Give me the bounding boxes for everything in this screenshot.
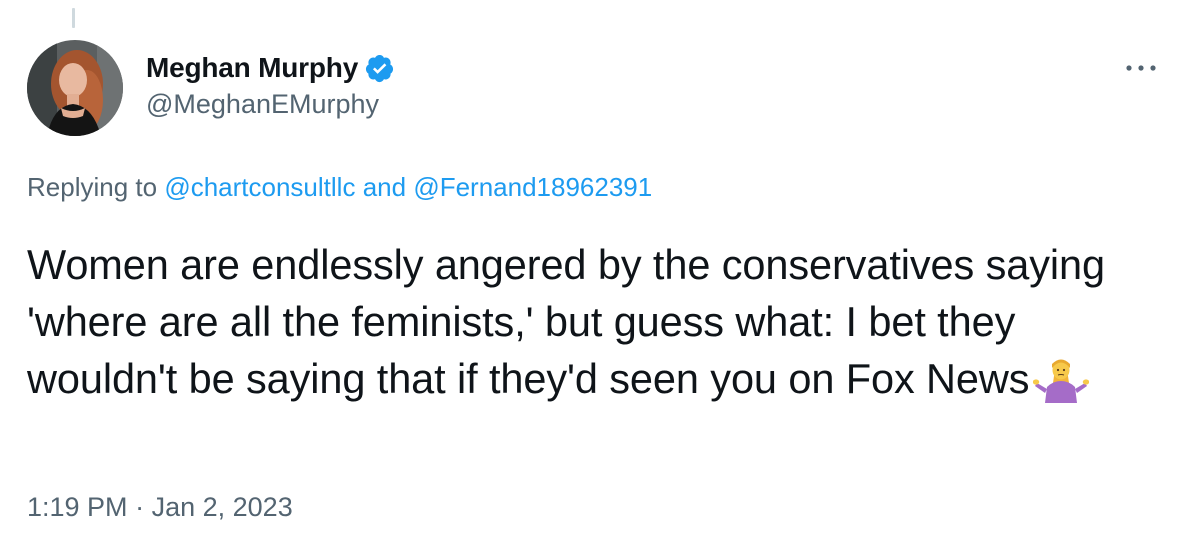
person-shrugging-emoji [1033, 353, 1090, 403]
timestamp-separator: · [135, 492, 145, 522]
thread-connector-line [72, 8, 75, 28]
mention-link-2[interactable]: @Fernand18962391 [413, 172, 652, 202]
author-handle[interactable]: @MeghanEMurphy [146, 89, 395, 120]
tweet-body: Women are endlessly angered by the conse… [27, 241, 1105, 402]
author-display-name[interactable]: Meghan Murphy [146, 52, 358, 84]
more-options-icon[interactable] [1120, 58, 1162, 78]
author-name-row: Meghan Murphy [146, 50, 395, 86]
tweet-date[interactable]: Jan 2, 2023 [152, 492, 293, 522]
avatar[interactable] [27, 40, 123, 136]
mention-link-1[interactable]: @chartconsultllc [164, 172, 355, 202]
avatar-photo [27, 40, 123, 136]
tweet-author: Meghan Murphy @MeghanEMurphy [146, 50, 395, 120]
reply-prefix: Replying to [27, 172, 158, 202]
tweet-timestamp[interactable]: 1:19 PM · Jan 2, 2023 [27, 492, 293, 523]
mention-conjunction[interactable]: and [363, 172, 406, 202]
reply-context: Replying to @chartconsultllc and @Fernan… [27, 172, 652, 203]
tweet-time[interactable]: 1:19 PM [27, 492, 128, 522]
verified-badge-icon [364, 53, 395, 84]
tweet-text-block: Women are endlessly angered by the conse… [27, 236, 1147, 407]
